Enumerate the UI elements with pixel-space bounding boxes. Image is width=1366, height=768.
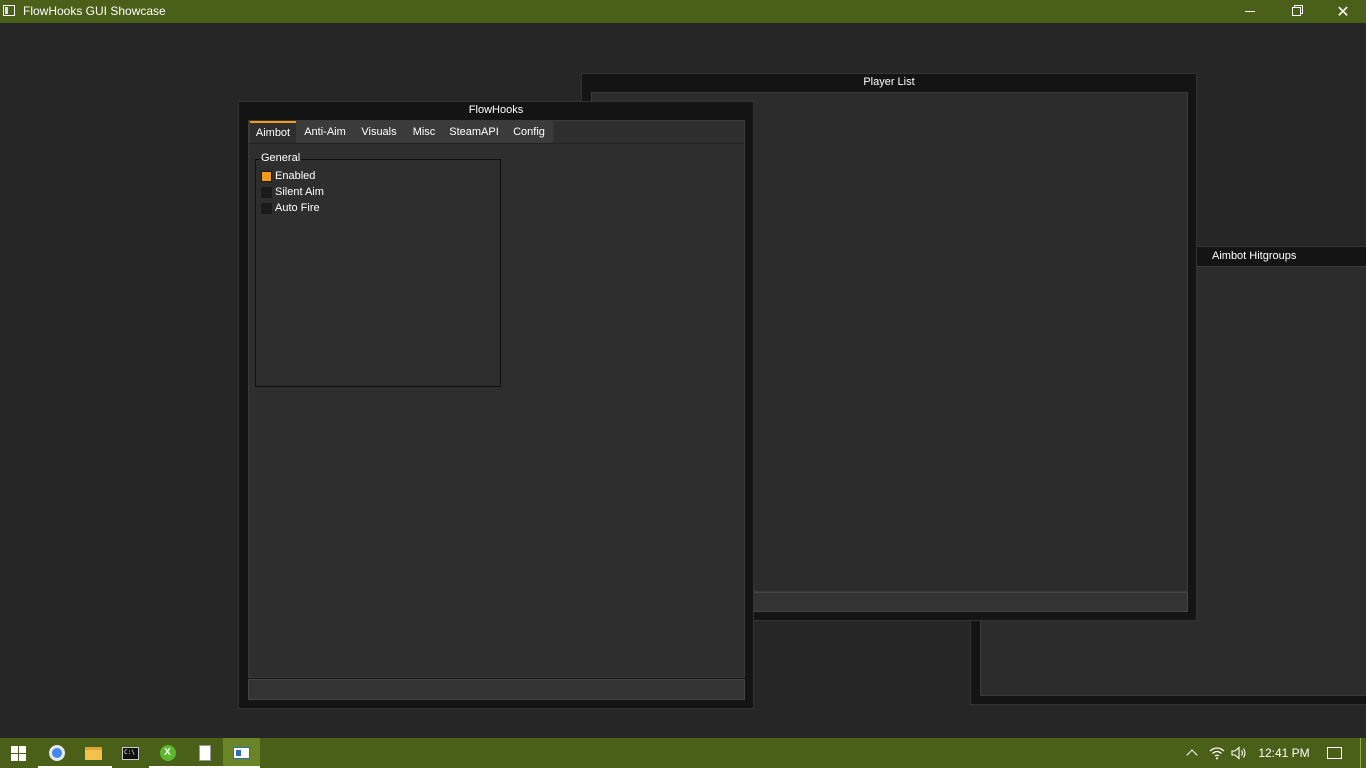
restore-icon	[1291, 5, 1303, 16]
general-groupbox: General Enabled Silent Aim Auto Fire	[255, 152, 501, 387]
restore-button[interactable]	[1273, 0, 1319, 23]
taskbar: C:\ X 12:41 PM	[0, 738, 1366, 768]
app-window-icon	[3, 5, 15, 16]
minimize-icon	[1245, 11, 1255, 12]
checkbox-checked-icon[interactable]	[261, 171, 272, 182]
tab-steamapi[interactable]: SteamAPI	[444, 121, 504, 143]
tab-bar: Aimbot Anti-Aim Visuals Misc SteamAPI Co…	[249, 121, 553, 143]
chrome-icon	[48, 745, 65, 761]
speaker-icon	[1231, 746, 1246, 760]
flowhooks-content: Aimbot Anti-Aim Visuals Misc SteamAPI Co…	[248, 120, 745, 678]
close-button[interactable]: ✕	[1320, 0, 1366, 23]
flowhooks-footer	[248, 679, 745, 700]
clock[interactable]: 12:41 PM	[1252, 738, 1316, 768]
tab-visuals[interactable]: Visuals	[354, 121, 404, 143]
taskbar-document[interactable]	[186, 738, 223, 768]
close-icon: ✕	[1336, 3, 1350, 21]
window-title: FlowHooks GUI Showcase	[23, 4, 166, 18]
wifi-icon	[1209, 747, 1225, 760]
checkbox-unchecked-icon[interactable]	[261, 203, 272, 214]
taskbar-xbox[interactable]: X	[149, 738, 186, 768]
hitgroups-title[interactable]: Aimbot Hitgroups	[1212, 248, 1366, 265]
xbox-icon: X	[159, 745, 176, 761]
start-button[interactable]	[0, 738, 37, 768]
tab-anti-aim[interactable]: Anti-Aim	[298, 121, 352, 143]
taskbar-flowhooks[interactable]	[223, 738, 260, 768]
volume-button[interactable]	[1230, 738, 1248, 768]
network-button[interactable]	[1208, 738, 1226, 768]
checkbox-unchecked-icon[interactable]	[261, 187, 272, 198]
windows-start-icon	[11, 745, 26, 761]
taskbar-command-prompt[interactable]: C:\	[112, 738, 149, 768]
tab-config[interactable]: Config	[506, 121, 552, 143]
command-prompt-icon: C:\	[122, 746, 139, 760]
general-group-title: General	[260, 152, 302, 164]
player-list-title[interactable]: Player List	[582, 74, 1196, 91]
checkbox-label: Auto Fire	[275, 202, 320, 214]
tab-divider	[249, 143, 744, 144]
minimize-button[interactable]	[1227, 0, 1273, 23]
tab-aimbot[interactable]: Aimbot	[250, 121, 296, 143]
chevron-up-icon	[1186, 749, 1198, 761]
taskbar-file-explorer[interactable]	[75, 738, 112, 768]
file-explorer-icon	[85, 746, 102, 760]
flowhooks-app-icon	[233, 747, 250, 759]
show-hidden-icons-button[interactable]	[1182, 738, 1202, 768]
document-icon	[198, 745, 211, 761]
flowhooks-window[interactable]: FlowHooks Aimbot Anti-Aim Visuals Misc S…	[238, 101, 754, 709]
notification-icon	[1326, 747, 1342, 759]
show-desktop-button[interactable]	[1360, 738, 1361, 768]
action-center-button[interactable]	[1322, 738, 1346, 768]
window-titlebar: FlowHooks GUI Showcase ✕	[0, 0, 1366, 23]
taskbar-chrome[interactable]	[38, 738, 75, 768]
checkbox-label: Enabled	[275, 170, 316, 182]
flowhooks-title[interactable]: FlowHooks	[239, 102, 753, 119]
tab-misc[interactable]: Misc	[406, 121, 442, 143]
checkbox-label: Silent Aim	[275, 186, 324, 198]
